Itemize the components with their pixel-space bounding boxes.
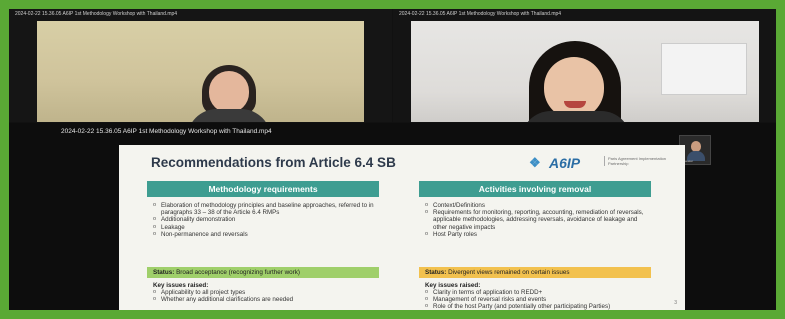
list-item: Requirements for monitoring, reporting, … (425, 209, 651, 231)
methodology-requirements-column: Methodology requirements Elaboration of … (147, 181, 379, 304)
activities-involving-removal-column: Activities involving removal Context/Def… (419, 181, 651, 311)
status-label: Status: (153, 269, 175, 276)
list-item: Leakage (153, 224, 379, 231)
key-issues: Key issues raised: Applicability to all … (147, 282, 379, 304)
list-item: Host Party roles (425, 231, 651, 238)
participant-face (209, 71, 249, 113)
list-item: Whether any additional clarifications ar… (153, 296, 379, 303)
screenshot-frame: 2024-02-22 15.36.05 A6IP 1st Methodology… (0, 0, 785, 319)
list-item: Elaboration of methodology principles an… (153, 202, 379, 216)
whiteboard-background (661, 43, 747, 95)
column-header: Methodology requirements (147, 181, 379, 197)
list-item: Management of reversal risks and events (425, 296, 651, 303)
camera-feed (37, 21, 364, 122)
participant-video-tile-right[interactable]: 2024-02-22 15.36.05 A6IP 1st Methodology… (393, 9, 776, 122)
key-issues: Key issues raised: Clarity in terms of a… (419, 282, 651, 311)
participant-smile (564, 101, 586, 108)
status-bar: Status: Divergent views remained on cert… (419, 267, 651, 278)
list-item: Applicability to all project types (153, 289, 379, 296)
status-label: Status: (425, 269, 447, 276)
list-item: Additionality demonstration (153, 216, 379, 223)
status-text: Broad acceptance (recognizing further wo… (176, 269, 300, 276)
status-bar: Status: Broad acceptance (recognizing fu… (147, 267, 379, 278)
video-tile-label: 2024-02-22 15.36.05 A6IP 1st Methodology… (399, 11, 562, 17)
screen-share-panel: 2024-02-22 15.36.05 A6IP 1st Methodology… (9, 123, 776, 311)
status-text: Divergent views remained on certain issu… (448, 269, 570, 276)
participant-video-tile-left[interactable]: 2024-02-22 15.36.05 A6IP 1st Methodology… (9, 9, 392, 122)
logo-subtitle: Paris Agreement Implementation Partnersh… (604, 156, 674, 166)
list-item: Role of the host Party (and potentially … (425, 303, 651, 310)
a6ip-logo: ❖ A6IP Paris Agreement Implementation Pa… (529, 153, 679, 175)
logo-text: A6IP (549, 155, 581, 171)
key-issues-title: Key issues raised: (153, 282, 209, 289)
key-issues-title: Key issues raised: (425, 282, 481, 289)
participant-face (544, 57, 604, 119)
column-header: Activities involving removal (419, 181, 651, 197)
requirement-list: Elaboration of methodology principles an… (147, 202, 379, 238)
key-issues-list: Clarity in terms of application to REDD+… (425, 289, 651, 311)
video-tile-label: 2024-02-22 15.36.05 A6IP 1st Methodology… (15, 11, 178, 17)
list-item: Context/Definitions (425, 202, 651, 209)
screen-share-title: 2024-02-22 15.36.05 A6IP 1st Methodology… (61, 128, 272, 135)
key-issues-list: Applicability to all project types Wheth… (153, 289, 379, 304)
list-item: Clarity in terms of application to REDD+ (425, 289, 651, 296)
participant-body (187, 109, 271, 122)
camera-feed (411, 21, 759, 122)
logo-icon: ❖ (529, 155, 541, 170)
slide-page-number: 3 (674, 300, 677, 306)
requirement-list: Context/Definitions Requirements for mon… (419, 202, 651, 238)
slide-title: Recommendations from Article 6.4 SB (151, 155, 396, 170)
list-item: Non-permanence and reversals (153, 231, 379, 238)
presentation-slide: Recommendations from Article 6.4 SB ❖ A6… (119, 145, 685, 311)
